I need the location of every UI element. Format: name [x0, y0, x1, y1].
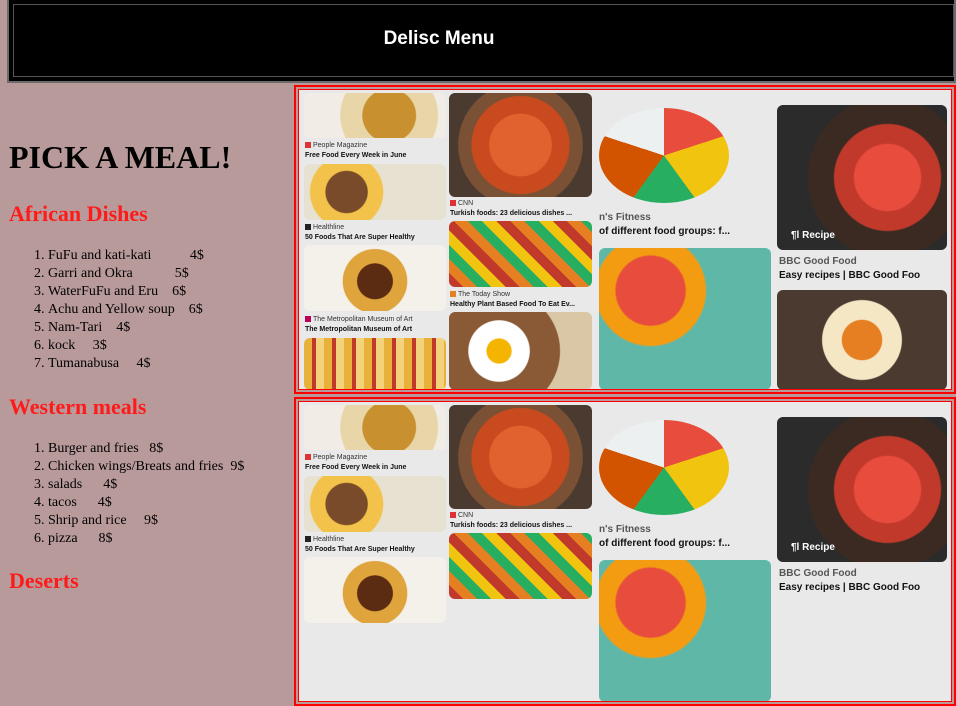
source-label: The Metropolitan Museum of Art — [305, 316, 413, 323]
flatbread-photo — [449, 405, 592, 509]
list-item: Nam-Tari 4$ — [48, 319, 204, 337]
source-label: Healthline — [305, 224, 344, 231]
food-gallery: People Magazine Free Food Every Week in … — [294, 83, 956, 706]
menu-heading: PICK A MEAL! — [9, 139, 232, 175]
source-label: n's Fitness — [599, 212, 651, 223]
source-label: CNN — [450, 200, 473, 207]
menu-panel: PICK A MEAL! African Dishes FuFu and kat… — [0, 83, 293, 595]
rice-bowls-photo — [777, 290, 947, 389]
healthy-bowls-photo — [304, 164, 446, 220]
source-label: Healthline — [305, 536, 344, 543]
list-item: WaterFuFu and Eru 6$ — [48, 283, 204, 301]
source-label: n's Fitness — [599, 524, 651, 535]
list-item: Burger and fries 8$ — [48, 440, 244, 458]
list-item: salads 4$ — [48, 476, 244, 494]
list-item: Tumanabusa 4$ — [48, 355, 204, 373]
plant-food-photo — [449, 533, 592, 599]
caption-label: Easy recipes | BBC Good Foo — [779, 582, 921, 593]
list-item: Chicken wings/Breats and fries 9$ — [48, 458, 244, 476]
food-groups-photo — [599, 108, 729, 203]
african-dishes-list: FuFu and kati-kati 4$ Garri and Okra 5$ … — [0, 247, 204, 373]
shrimp-pan-photo — [777, 105, 947, 250]
recipe-badge: ¶l Recipe — [791, 230, 835, 241]
caption-label: Free Food Every Week in June — [305, 152, 407, 159]
list-item: pizza 8$ — [48, 530, 244, 548]
food-groups-photo — [599, 420, 729, 515]
caption-label: 50 Foods That Are Super Healthy — [305, 234, 415, 241]
collage-frame: People Magazine Free Food Every Week in … — [298, 401, 952, 702]
burger-photo — [304, 405, 446, 450]
source-label: People Magazine — [305, 454, 367, 461]
caption-label: Easy recipes | BBC Good Foo — [779, 270, 921, 281]
caption-label: Healthy Plant Based Food To Eat Ev... — [450, 301, 575, 308]
western-meals-list: Burger and fries 8$ Chicken wings/Breats… — [0, 440, 244, 548]
section-title-western: Western meals — [9, 394, 147, 419]
food-collage-image: People Magazine Free Food Every Week in … — [294, 397, 956, 706]
list-item: kock 3$ — [48, 337, 204, 355]
pizza-table-photo — [599, 560, 771, 701]
list-item: tacos 4$ — [48, 494, 244, 512]
recipe-badge: ¶l Recipe — [791, 542, 835, 553]
caption-label: Turkish foods: 23 delicious dishes ... — [450, 210, 573, 217]
list-item: FuFu and kati-kati 4$ — [48, 247, 204, 265]
source-label: BBC Good Food — [779, 568, 857, 579]
burger-photo — [304, 93, 446, 138]
caption-label: of different food groups: f... — [599, 538, 731, 549]
list-item: Achu and Yellow soup 6$ — [48, 301, 204, 319]
plant-food-photo — [449, 221, 592, 287]
list-item: Shrip and rice 9$ — [48, 512, 244, 530]
page-title: Delisc Menu — [383, 28, 495, 49]
burger-fries-photo — [304, 245, 446, 311]
list-item: Garri and Okra 5$ — [48, 265, 204, 283]
section-title-deserts: Deserts — [9, 568, 79, 593]
caption-label: 50 Foods That Are Super Healthy — [305, 546, 415, 553]
flatbread-photo — [449, 93, 592, 197]
eggs-breakfast-photo — [449, 312, 592, 389]
food-collage-image: People Magazine Free Food Every Week in … — [294, 85, 956, 394]
source-label: CNN — [450, 512, 473, 519]
source-label: The Today Show — [450, 291, 510, 298]
shrimp-pan-photo — [777, 417, 947, 562]
caption-label: Free Food Every Week in June — [305, 464, 407, 471]
burger-fries-photo — [304, 557, 446, 623]
pizza-table-photo — [599, 248, 771, 389]
source-label: People Magazine — [305, 142, 367, 149]
source-label: BBC Good Food — [779, 256, 857, 267]
fries-photo — [304, 338, 446, 389]
header-bar: Delisc Menu — [7, 0, 956, 83]
caption-label: Turkish foods: 23 delicious dishes ... — [450, 522, 573, 529]
section-title-african: African Dishes — [9, 201, 148, 226]
caption-label: of different food groups: f... — [599, 226, 731, 237]
healthy-bowls-photo — [304, 476, 446, 532]
collage-frame: People Magazine Free Food Every Week in … — [298, 89, 952, 390]
caption-label: The Metropolitan Museum of Art — [305, 326, 413, 333]
